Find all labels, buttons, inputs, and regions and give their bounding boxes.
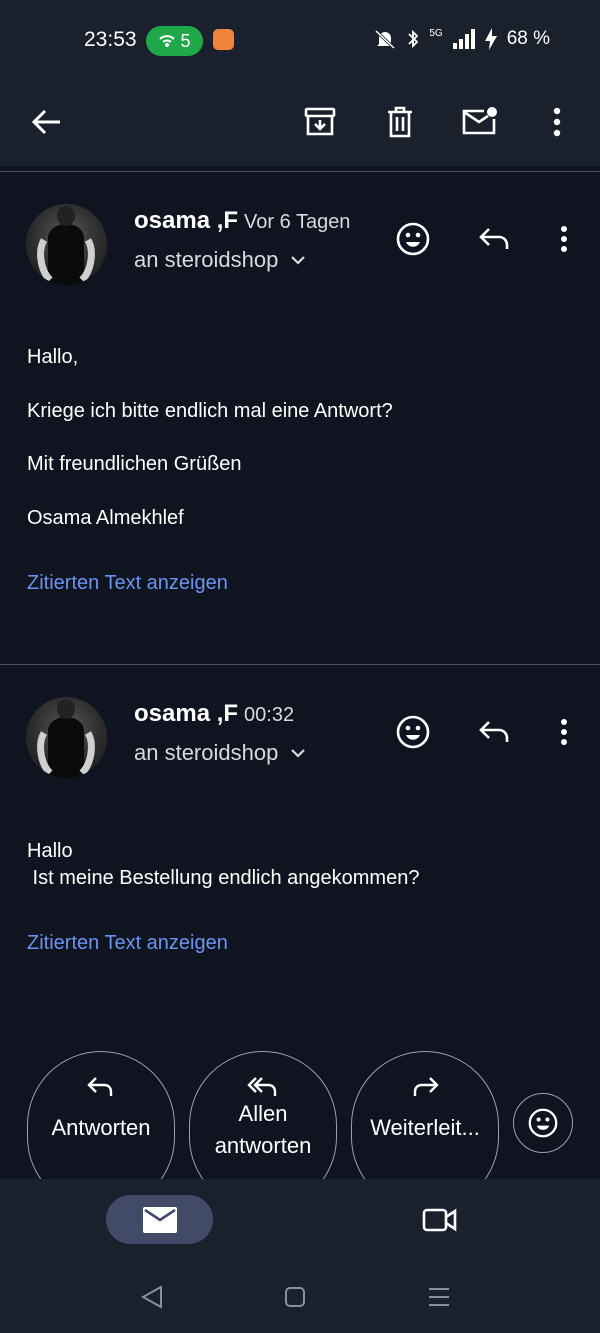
system-home-button[interactable] xyxy=(275,1279,315,1315)
emoji-reaction-button[interactable] xyxy=(385,211,441,267)
divider xyxy=(0,664,600,665)
emoji-reaction-button[interactable] xyxy=(385,704,441,760)
reply-action-label: Antworten xyxy=(51,1115,151,1140)
battery-level: 68 % xyxy=(506,28,550,49)
mute-bell-icon xyxy=(375,29,396,50)
forward-action-label: Weiterleit... xyxy=(370,1115,480,1140)
trash-icon xyxy=(388,106,412,138)
more-vert-icon xyxy=(553,107,561,137)
mark-unread-button[interactable] xyxy=(450,92,510,152)
avatar-photo xyxy=(37,699,95,778)
emoji-reaction-action-button[interactable] xyxy=(513,1093,573,1153)
sender-label: osama ,F xyxy=(134,207,239,234)
avatar[interactable] xyxy=(26,204,107,285)
back-button[interactable] xyxy=(16,92,76,152)
chevron-down-icon xyxy=(291,256,306,265)
smiley-icon xyxy=(528,1108,558,1138)
reply-icon xyxy=(479,721,509,742)
smiley-icon xyxy=(396,222,430,256)
triangle-back-icon xyxy=(141,1285,162,1309)
archive-button[interactable] xyxy=(290,92,350,152)
message-body-line: Ist meine Bestellung endlich angekommen? xyxy=(27,867,420,889)
signal-icon xyxy=(452,29,475,49)
sender-name[interactable]: osama ,F 00:32 xyxy=(134,700,294,728)
mail-icon xyxy=(142,1206,177,1233)
delete-button[interactable] xyxy=(370,92,430,152)
message-time: 00:32 xyxy=(244,704,295,726)
recipient-toggle[interactable]: an steroidshop xyxy=(134,740,306,766)
more-vert-icon xyxy=(561,226,567,252)
reply-icon xyxy=(479,228,509,249)
reply-all-icon xyxy=(247,1077,277,1096)
status-icons: 5G 68 % xyxy=(373,28,550,50)
message-time: Vor 6 Tagen xyxy=(244,211,351,233)
network-label: 5G xyxy=(429,27,443,39)
message-more-button[interactable] xyxy=(536,704,592,760)
bottom-navigation xyxy=(0,1179,600,1333)
avatar[interactable] xyxy=(26,697,107,778)
show-quoted-text-link[interactable]: Zitierten Text anzeigen xyxy=(27,572,228,595)
arrow-left-icon xyxy=(31,109,60,135)
square-home-icon xyxy=(285,1287,305,1307)
divider xyxy=(0,171,600,172)
more-options-button[interactable] xyxy=(527,92,587,152)
menu-lines-icon xyxy=(429,1288,449,1306)
bluetooth-icon xyxy=(408,29,419,49)
sender-label: osama ,F xyxy=(134,700,239,727)
forward-icon xyxy=(413,1077,439,1096)
top-toolbar xyxy=(0,80,600,166)
hotspot-count: 5 xyxy=(180,30,191,51)
mark-unread-icon xyxy=(462,107,497,135)
charging-icon xyxy=(484,28,497,50)
reply-button[interactable] xyxy=(466,704,522,760)
status-time: 23:53 xyxy=(84,28,137,51)
reply-icon xyxy=(87,1077,113,1096)
archive-icon xyxy=(304,107,336,136)
message-body-line: Hallo, xyxy=(27,346,79,368)
app-notification-icon xyxy=(213,29,234,50)
chevron-down-icon xyxy=(291,749,306,758)
message-body-line: Hallo xyxy=(27,840,73,862)
recipient-label: an steroidshop xyxy=(134,740,279,765)
hotspot-icon xyxy=(159,35,176,47)
video-camera-icon xyxy=(422,1208,457,1231)
nav-mail-tab[interactable] xyxy=(106,1195,213,1244)
hotspot-badge: 5 xyxy=(146,26,203,56)
nav-meet-tab[interactable] xyxy=(414,1195,466,1244)
status-bar: 23:53 5 5G 68 % xyxy=(0,0,600,80)
show-quoted-text-link[interactable]: Zitierten Text anzeigen xyxy=(27,932,228,955)
avatar-photo xyxy=(37,206,95,285)
reply-button[interactable] xyxy=(466,211,522,267)
recipient-label: an steroidshop xyxy=(134,247,279,272)
message-more-button[interactable] xyxy=(536,211,592,267)
message-body-line: Kriege ich bitte endlich mal eine Antwor… xyxy=(27,400,393,422)
message-body-line: Mit freundlichen Grüßen xyxy=(27,453,242,475)
recipient-toggle[interactable]: an steroidshop xyxy=(134,247,306,273)
more-vert-icon xyxy=(561,719,567,745)
message-body-line: Osama Almekhlef xyxy=(27,507,184,529)
smiley-icon xyxy=(396,715,430,749)
system-back-button[interactable] xyxy=(132,1279,172,1315)
reply-all-action-label-1: Allen xyxy=(238,1101,288,1126)
system-recents-button[interactable] xyxy=(419,1279,459,1315)
reply-all-action-label-2: antworten xyxy=(214,1133,312,1158)
sender-name[interactable]: osama ,F Vor 6 Tagen xyxy=(134,207,350,235)
